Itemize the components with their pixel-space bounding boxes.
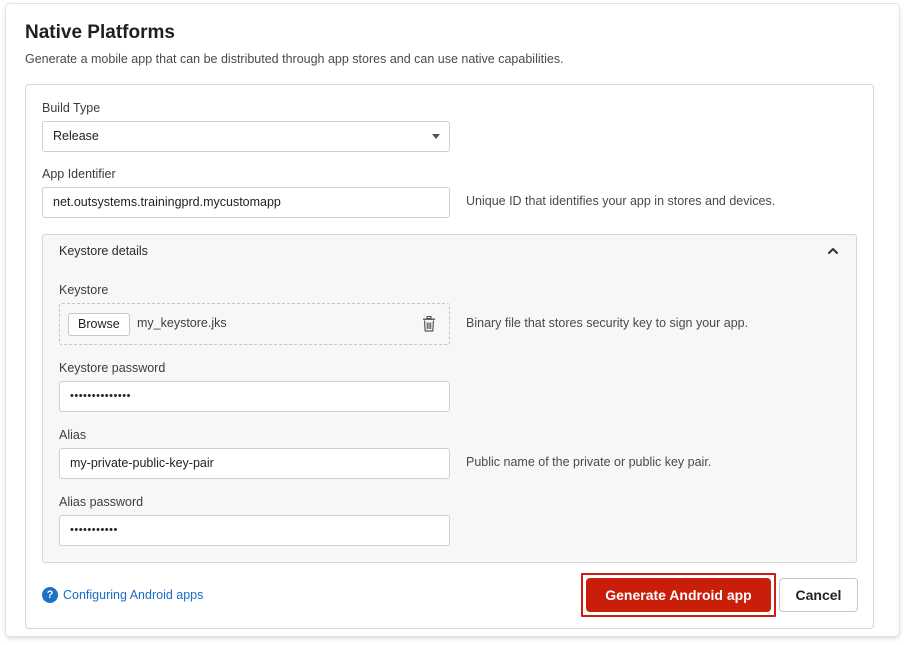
build-form-panel: Build Type Release App Identifier net.ou…	[25, 84, 874, 629]
alias-label: Alias	[59, 428, 87, 442]
help-link-text: Configuring Android apps	[63, 588, 204, 602]
keystore-hint: Binary file that stores security key to …	[466, 316, 749, 330]
keystore-label: Keystore	[59, 283, 109, 297]
keystore-password-input[interactable]: ••••••••••••••	[59, 381, 450, 412]
chevron-down-icon	[432, 134, 440, 139]
app-identifier-input[interactable]: net.outsystems.trainingprd.mycustomapp	[42, 187, 450, 218]
browse-button[interactable]: Browse	[68, 313, 130, 336]
app-identifier-label: App Identifier	[42, 167, 116, 181]
generate-android-app-button[interactable]: Generate Android app	[586, 578, 771, 612]
chevron-up-icon[interactable]	[826, 244, 840, 258]
alias-hint: Public name of the private or public key…	[466, 455, 712, 469]
page-title: Native Platforms	[25, 22, 175, 43]
cancel-button[interactable]: Cancel	[779, 578, 858, 612]
help-icon: ?	[42, 587, 58, 603]
build-type-label: Build Type	[42, 101, 101, 115]
configuring-android-apps-link[interactable]: ? Configuring Android apps	[42, 587, 203, 603]
alias-input[interactable]: my-private-public-key-pair	[59, 448, 450, 479]
keystore-details-section: Keystore details Keystore Browse my_keys…	[42, 234, 857, 563]
build-type-value: Release	[53, 129, 99, 143]
keystore-details-title: Keystore details	[59, 244, 148, 258]
native-platforms-card: Native Platforms Generate a mobile app t…	[6, 4, 899, 636]
keystore-password-label: Keystore password	[59, 361, 166, 375]
keystore-dropzone[interactable]: Browse my_keystore.jks	[59, 303, 450, 345]
keystore-file-name: my_keystore.jks	[137, 316, 227, 330]
alias-password-label: Alias password	[59, 495, 144, 509]
trash-icon[interactable]	[422, 316, 436, 332]
app-identifier-hint: Unique ID that identifies your app in st…	[466, 194, 776, 208]
build-type-select[interactable]: Release	[42, 121, 450, 152]
alias-password-input[interactable]: •••••••••••	[59, 515, 450, 546]
page-subtitle: Generate a mobile app that can be distri…	[25, 52, 564, 66]
